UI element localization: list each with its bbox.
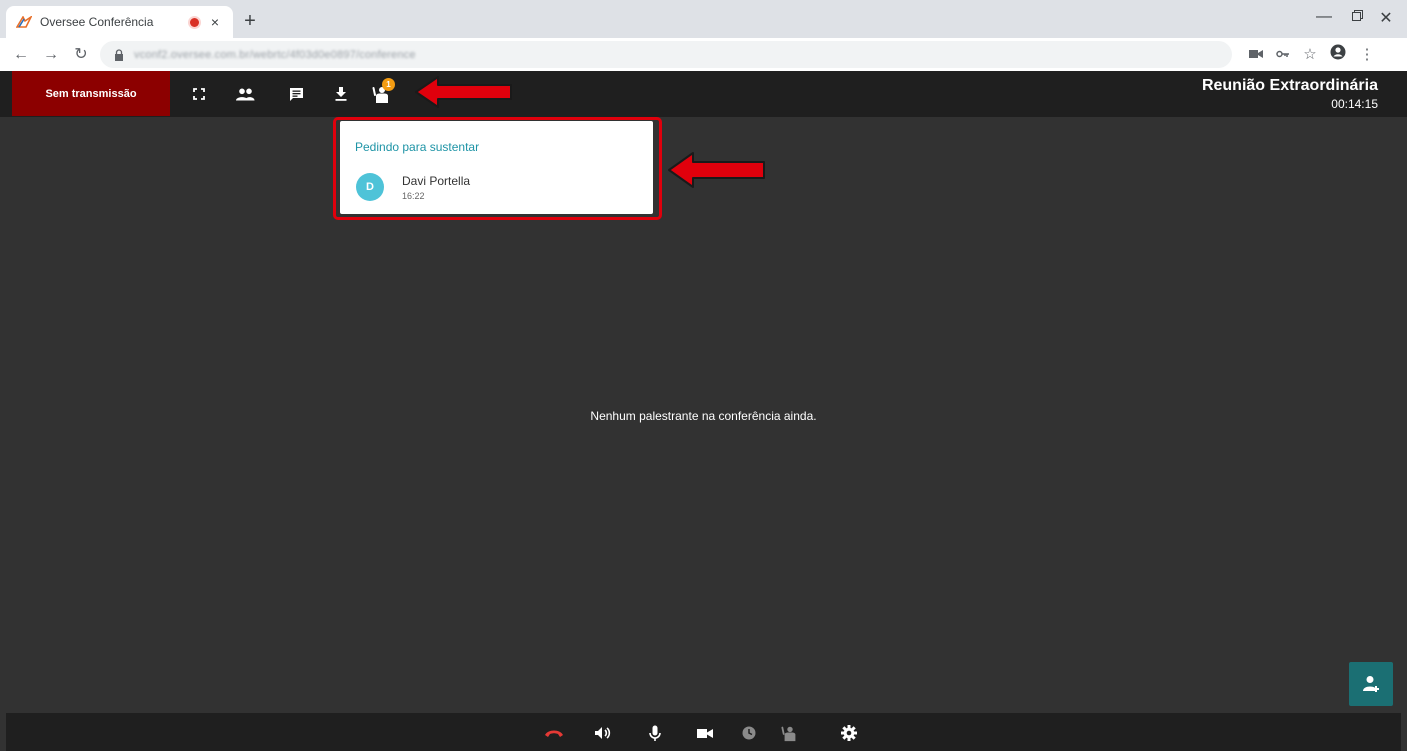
annotation-arrow-toolbar-icon [415, 76, 512, 108]
meeting-elapsed-time: 00:14:15 [1331, 97, 1378, 111]
close-window-icon[interactable]: ✕ [1374, 8, 1398, 28]
address-bar[interactable]: vconf2.oversee.com.br/webrtc/4f03d0e0897… [100, 41, 1232, 68]
speaker-icon[interactable] [592, 722, 614, 744]
request-time: 16:22 [402, 191, 425, 201]
speak-requests-popup: Pedindo para sustentar D Davi Portella 1… [340, 121, 653, 214]
browser-menu-icon[interactable]: ⋮ [1356, 44, 1378, 66]
browser-toolbar: ← → ↻ vconf2.oversee.com.br/webrtc/4f03d… [0, 38, 1407, 71]
browser-tabstrip: Oversee Conferência × + — ✕ [0, 0, 1407, 38]
reload-icon[interactable]: ↻ [70, 44, 92, 66]
recording-indicator-icon [190, 17, 199, 27]
hangup-icon[interactable] [543, 722, 565, 744]
avatar: D [356, 173, 384, 201]
participants-icon[interactable] [231, 80, 259, 108]
forward-icon[interactable]: → [40, 44, 62, 66]
new-tab-button[interactable]: + [238, 10, 262, 34]
no-speaker-message: Nenhum palestrante na conferência ainda. [590, 409, 817, 423]
restore-icon[interactable] [1345, 8, 1369, 26]
camera-in-use-icon[interactable] [1245, 44, 1267, 66]
lock-icon [115, 48, 123, 61]
requester-name[interactable]: Davi Portella [402, 174, 470, 188]
camera-icon[interactable] [694, 722, 716, 744]
popup-title: Pedindo para sustentar [355, 140, 480, 154]
conference-header: Sem transmissão 1 Reunião Extraordinária… [0, 71, 1407, 117]
microphone-icon[interactable] [644, 722, 666, 744]
settings-icon[interactable] [838, 722, 860, 744]
add-participant-button[interactable] [1349, 662, 1393, 706]
conference-stage: Nenhum palestrante na conferência ainda. [6, 117, 1401, 713]
annotation-arrow-popup-icon [668, 152, 765, 188]
fullscreen-icon[interactable] [185, 80, 213, 108]
browser-tab[interactable]: Oversee Conferência × [6, 6, 233, 38]
chat-icon[interactable] [282, 80, 310, 108]
url-text: vconf2.oversee.com.br/webrtc/4f03d0e0897… [134, 48, 416, 61]
transmission-button[interactable]: Sem transmissão [12, 71, 170, 116]
clock-icon[interactable] [738, 722, 760, 744]
key-icon[interactable] [1272, 44, 1294, 66]
minimize-icon[interactable]: — [1312, 8, 1336, 26]
download-icon[interactable] [327, 80, 355, 108]
hand-raise-count-badge: 1 [382, 78, 395, 91]
oversee-favicon-icon [16, 14, 32, 30]
tab-close-icon[interactable]: × [207, 14, 223, 30]
add-person-icon [1363, 676, 1379, 692]
raise-hand-icon[interactable] [779, 722, 801, 744]
meeting-title: Reunião Extraordinária [1201, 77, 1378, 94]
raised-hand-icon[interactable]: 1 [368, 78, 396, 108]
tab-title: Oversee Conferência [40, 15, 154, 29]
call-controls-bar [6, 713, 1401, 751]
profile-icon[interactable] [1327, 44, 1349, 66]
back-icon[interactable]: ← [10, 44, 32, 66]
bookmark-star-icon[interactable]: ☆ [1299, 44, 1321, 66]
